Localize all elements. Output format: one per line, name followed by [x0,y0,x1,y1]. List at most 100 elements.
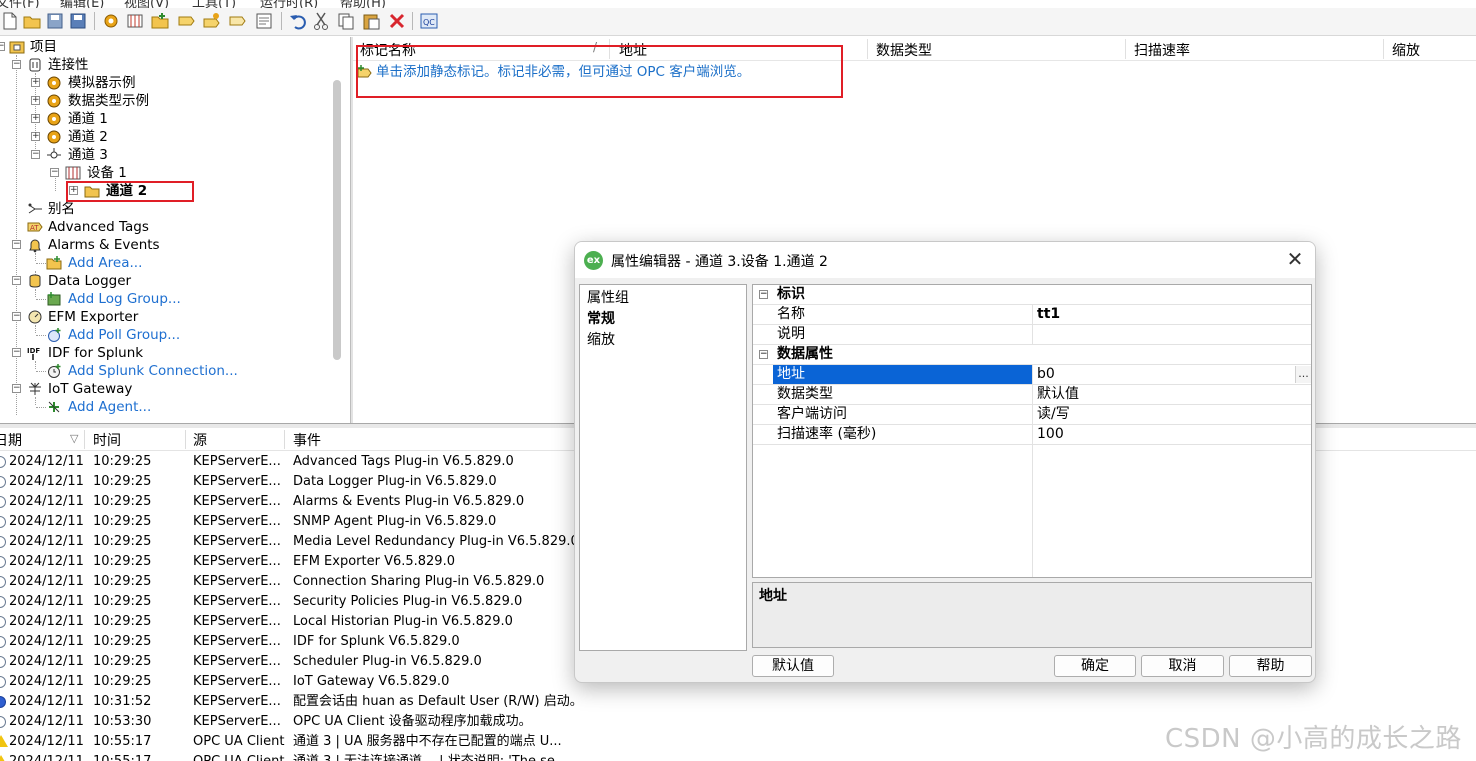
undo-icon[interactable] [288,11,308,31]
log-cell-source: KEPServerE... [193,574,281,589]
log-cell-date: 2024/12/11 [9,474,84,489]
annotation-box-hint [356,45,843,98]
info-icon [0,496,6,508]
column-date[interactable]: 日期 [0,430,22,450]
channel-icon [46,93,62,109]
dialog-title-bar[interactable]: ex 属性编辑器 - 通道 3.设备 1.通道 2 ✕ [575,242,1315,278]
group-general[interactable]: 常规 [587,308,615,328]
log-cell-source: KEPServerE... [193,714,281,729]
log-cell-source: KEPServerE... [193,674,281,689]
property-group-list: 属性组 常规 缩放 [579,284,747,651]
browse-address-button[interactable]: ... [1295,366,1311,383]
save-icon[interactable] [45,11,65,31]
defaults-button[interactable]: 默认值 [752,655,834,677]
log-cell-event: IoT Gateway V6.5.829.0 [293,674,450,689]
property-row-name[interactable]: 名称 tt1 [753,305,1311,325]
annotation-box-group [66,181,194,202]
paste-icon[interactable] [361,11,381,31]
new-group-icon[interactable] [150,11,170,31]
column-source[interactable]: 源 [193,430,207,450]
log-cell-date: 2024/12/11 [9,654,84,669]
ok-button[interactable]: 确定 [1054,655,1136,677]
property-value-address[interactable]: b0 [1037,365,1055,384]
log-cell-date: 2024/12/11 [9,594,84,609]
gauge-icon [27,309,43,325]
log-cell-time: 10:29:25 [93,634,152,649]
open-icon[interactable] [22,11,42,31]
log-cell-source: KEPServerE... [193,694,281,709]
log-cell-date: 2024/12/11 [9,714,84,729]
log-cell-time: 10:29:25 [93,514,152,529]
log-cell-time: 10:29:25 [93,574,152,589]
info-icon [0,716,6,728]
property-groups-header: 属性组 [587,290,629,306]
help-button[interactable]: 帮助 [1229,655,1312,677]
log-cell-event: 配置会话由 huan as Default User (R/W) 启动。 [293,694,583,709]
info-icon [0,676,6,688]
new-device-icon[interactable] [125,11,145,31]
log-cell-source: KEPServerE... [193,614,281,629]
group-scaling[interactable]: 缩放 [587,329,615,349]
qc-client-icon[interactable]: QC [419,11,439,31]
properties-icon[interactable] [254,11,274,31]
log-cell-time: 10:55:17 [93,734,152,749]
property-row-client-access[interactable]: 客户端访问 读/写 [753,405,1311,425]
column-scan-rate[interactable]: 扫描速率 [1134,40,1190,60]
property-value-client-access[interactable]: 读/写 [1037,405,1070,424]
log-cell-time: 10:29:25 [93,594,152,609]
selection-highlight [773,365,1032,384]
info-icon [0,656,6,668]
column-time[interactable]: 时间 [93,430,121,450]
save-as-icon[interactable] [68,11,88,31]
poll-group-icon [46,327,62,343]
cancel-button[interactable]: 取消 [1141,655,1224,677]
collapse-icon[interactable]: − [759,290,768,299]
property-row-scan-rate[interactable]: 扫描速率 (毫秒) 100 [753,425,1311,445]
category-identification[interactable]: − 标识 [753,285,1311,305]
cut-icon[interactable] [311,11,331,31]
log-cell-event: Security Policies Plug-in V6.5.829.0 [293,594,523,609]
property-row-description[interactable]: 说明 [753,325,1311,345]
tree-scrollbar[interactable] [333,80,341,360]
log-cell-time: 10:55:17 [93,752,151,761]
log-cell-event: Scheduler Plug-in V6.5.829.0 [293,654,482,669]
delete-icon[interactable] [387,11,407,31]
connectivity-icon [27,57,43,73]
log-cell-event: IDF for Splunk V6.5.829.0 [293,634,460,649]
column-scaling[interactable]: 缩放 [1392,40,1420,60]
log-cell-date: 2024/12/11 [9,534,84,549]
category-data-properties[interactable]: − 数据属性 [753,345,1311,365]
new-icon[interactable] [0,11,20,31]
property-value-data-type[interactable]: 默认值 [1037,385,1079,404]
column-data-type[interactable]: 数据类型 [876,40,932,60]
log-group-icon [46,291,62,307]
duplicate-icon[interactable] [228,11,248,31]
log-row[interactable]: 2024/12/11 10:31:52 KEPServerE... 配置会话由 hua… [0,692,1476,712]
sort-desc-icon: ▽ [70,432,79,445]
property-value-name[interactable]: tt1 [1037,305,1060,324]
close-icon[interactable]: ✕ [1285,249,1305,270]
svg-text:AT: AT [30,224,39,232]
log-cell-event: Media Level Redundancy Plug-in V6.5.829.… [293,534,579,549]
new-tag-icon[interactable] [176,11,196,31]
bell-icon [27,237,43,253]
new-channel-icon[interactable] [101,11,121,31]
property-row-data-type[interactable]: 数据类型 默认值 [753,385,1311,405]
collapse-icon[interactable]: − [759,350,768,359]
channel-icon [46,75,62,91]
log-cell-date: 2024/12/11 [9,454,84,469]
security-icon [0,696,6,708]
property-row-address[interactable]: 地址 b0 ... [753,365,1311,385]
copy-icon[interactable] [336,11,356,31]
log-cell-event: Data Logger Plug-in V6.5.829.0 [293,474,497,489]
log-cell-event: 通道 3 | UA 服务器中不存在已配置的端点 U... [293,734,562,749]
splunk-connection-icon [46,363,62,379]
property-value-scan-rate[interactable]: 100 [1037,425,1064,444]
column-event[interactable]: 事件 [293,430,321,450]
info-icon [0,556,6,568]
bulk-tags-icon[interactable] [202,11,222,31]
info-icon [0,636,6,648]
svg-text:IDF: IDF [27,347,40,355]
info-icon [0,596,6,608]
property-grid: − 标识 名称 tt1 说明 − 数据属性 地址 b0 ... 数据类型 默认值… [752,284,1312,578]
